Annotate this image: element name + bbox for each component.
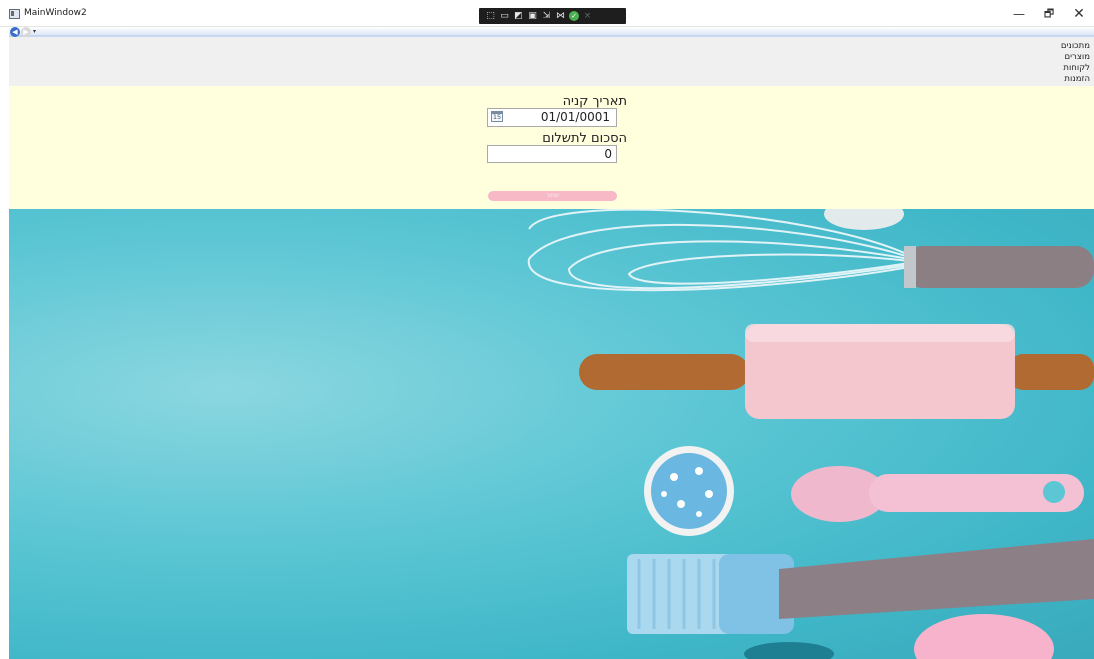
minimize-button[interactable]: —: [1004, 5, 1034, 23]
amount-input[interactable]: 0: [487, 145, 617, 163]
baking-tools-illustration: [527, 209, 1094, 659]
purchase-date-picker[interactable]: 15 01/01/0001: [487, 108, 617, 127]
main-menu: מתכונים מוצרים לקוחות הזמנות: [1061, 41, 1090, 85]
app-window-icon: [9, 9, 20, 19]
close-button[interactable]: ✕: [1064, 5, 1094, 23]
debug-toolbar: ⬚ ▭ ◩ ▣ ⇲ ⋈ ✓ ×: [479, 8, 626, 24]
amount-label: הסכום לתשלום: [542, 131, 627, 146]
menu-item-orders[interactable]: הזמנות: [1061, 74, 1090, 85]
select-element-icon[interactable]: ⬚: [485, 11, 496, 21]
title-bar: MainWindow2 ⬚ ▭ ◩ ▣ ⇲ ⋈ ✓ × — 🗗 ✕: [0, 0, 1094, 27]
display-layout-icon[interactable]: ◩: [513, 11, 524, 21]
menu-item-recipes[interactable]: מתכונים: [1061, 41, 1090, 52]
menu-item-customers[interactable]: לקוחות: [1061, 63, 1090, 74]
save-button[interactable]: שמור: [488, 191, 617, 201]
layout-adorner-icon[interactable]: ▭: [499, 11, 510, 21]
purchase-date-label: תאריך קניה: [562, 94, 627, 109]
calendar-icon[interactable]: 15: [491, 111, 503, 122]
menu-area: מתכונים מוצרים לקוחות הזמנות: [9, 37, 1094, 86]
binding-icon[interactable]: ⋈: [555, 11, 566, 21]
purchase-date-value[interactable]: 01/01/0001: [541, 110, 610, 124]
forward-button[interactable]: ▶: [21, 27, 31, 37]
history-dropdown-icon[interactable]: ▾: [33, 28, 36, 35]
window-title: MainWindow2: [24, 8, 87, 18]
status-ok-icon: ✓: [569, 11, 579, 21]
collapse-toolbar-icon[interactable]: ×: [582, 11, 593, 21]
menu-item-products[interactable]: מוצרים: [1061, 52, 1090, 63]
back-button[interactable]: ◀: [10, 27, 20, 37]
order-form: תאריך קניה 15 01/01/0001 הסכום לתשלום 0 …: [9, 86, 1094, 209]
baking-background-image: [9, 209, 1094, 659]
track-focus-icon[interactable]: ▣: [527, 11, 538, 21]
amount-value[interactable]: 0: [604, 147, 612, 161]
hot-reload-icon[interactable]: ⇲: [541, 11, 552, 21]
restore-button[interactable]: 🗗: [1034, 5, 1064, 23]
navigation-bar: [9, 27, 1094, 37]
